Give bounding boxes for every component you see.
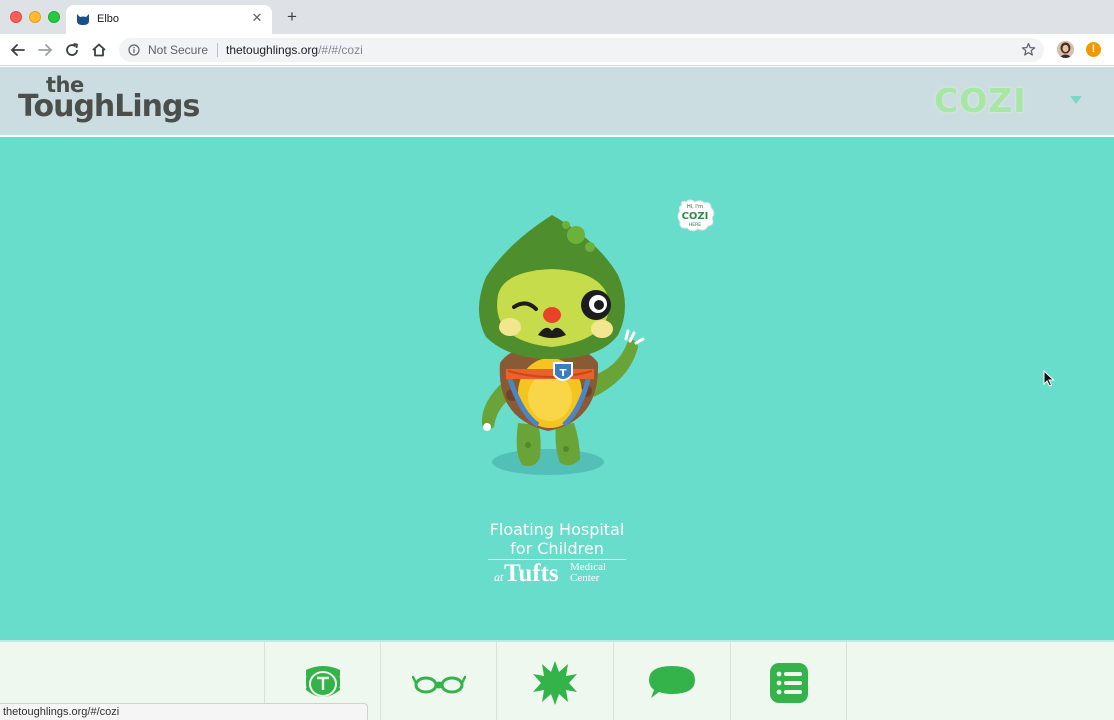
url-host: thetoughlings.org: [226, 43, 319, 57]
new-tab-button[interactable]: +: [283, 8, 301, 26]
sticker-line2: COZI: [682, 211, 709, 222]
turtle-shell-icon: [303, 666, 343, 697]
site-header: the ToughLings COZI: [0, 67, 1114, 135]
address-bar[interactable]: Not Secure thetoughlings.org/#/#/cozi: [119, 38, 1044, 62]
window-close-button[interactable]: [10, 11, 22, 23]
list-icon: [769, 663, 808, 703]
window-minimize-button[interactable]: [29, 11, 41, 23]
nav-item-glasses[interactable]: [380, 642, 497, 720]
svg-text:T: T: [560, 368, 567, 379]
hospital-line2: for Children: [510, 539, 604, 558]
profile-person-icon: [1057, 41, 1074, 58]
hospital-tufts: Tufts: [504, 560, 559, 587]
update-alert-icon[interactable]: !: [1086, 42, 1101, 57]
cozi-sticker-badge[interactable]: Hi, I'm COZI HERE: [676, 199, 716, 233]
sticker-line1: Hi, I'm: [687, 204, 703, 210]
url-path: /#/#/cozi: [318, 43, 363, 57]
tab-strip: Elbo ✕ +: [0, 0, 1114, 34]
url-text[interactable]: thetoughlings.org/#/#/cozi: [226, 43, 363, 57]
browser-tab[interactable]: Elbo ✕: [66, 5, 272, 34]
window-maximize-button[interactable]: [48, 11, 60, 23]
browser-toolbar: Not Secure thetoughlings.org/#/#/cozi: [0, 34, 1114, 66]
nav-item-list[interactable]: [730, 642, 847, 720]
hospital-logo[interactable]: Floating Hospital for Children at Tufts …: [486, 520, 628, 587]
tab-close-icon[interactable]: ✕: [250, 11, 264, 25]
back-arrow-icon[interactable]: [9, 41, 27, 59]
character-name[interactable]: COZI: [934, 81, 1026, 120]
nav-item-chat[interactable]: [613, 642, 730, 720]
link-status-bar: thetoughlings.org/#/cozi: [0, 703, 368, 720]
toughlings-logo[interactable]: the ToughLings: [18, 73, 200, 129]
hospital-medical-center: Medical Center: [570, 562, 606, 584]
mouse-cursor-icon: [1043, 370, 1055, 387]
security-label: Not Secure: [148, 43, 209, 57]
hospital-line1: Floating Hospital: [489, 520, 625, 539]
starburst-icon: [533, 661, 577, 705]
forward-arrow-icon[interactable]: [36, 41, 54, 59]
home-icon[interactable]: [90, 41, 108, 59]
cozi-turtle-character[interactable]: T: [468, 213, 658, 481]
sticker-line3: HERE: [689, 222, 701, 228]
hospital-at: at: [494, 570, 504, 584]
speech-bubble-icon: [649, 666, 695, 698]
cat-head-icon: [77, 14, 89, 25]
profile-avatar[interactable]: [1057, 41, 1074, 58]
bookmark-star-icon[interactable]: [1021, 42, 1036, 57]
tab-title: Elbo: [97, 13, 120, 25]
hospital-center: Center: [570, 572, 600, 584]
info-icon[interactable]: [128, 44, 140, 56]
character-dropdown-icon[interactable]: [1070, 96, 1082, 104]
glasses-icon: [412, 675, 466, 694]
omnibox-divider: [217, 43, 218, 57]
character-stage: Hi, I'm COZI HERE T Floating Hospital fo…: [0, 137, 1114, 640]
logo-wordmark: ToughLings: [18, 89, 200, 124]
nav-item-burst[interactable]: [496, 642, 613, 720]
reload-icon[interactable]: [63, 41, 81, 59]
